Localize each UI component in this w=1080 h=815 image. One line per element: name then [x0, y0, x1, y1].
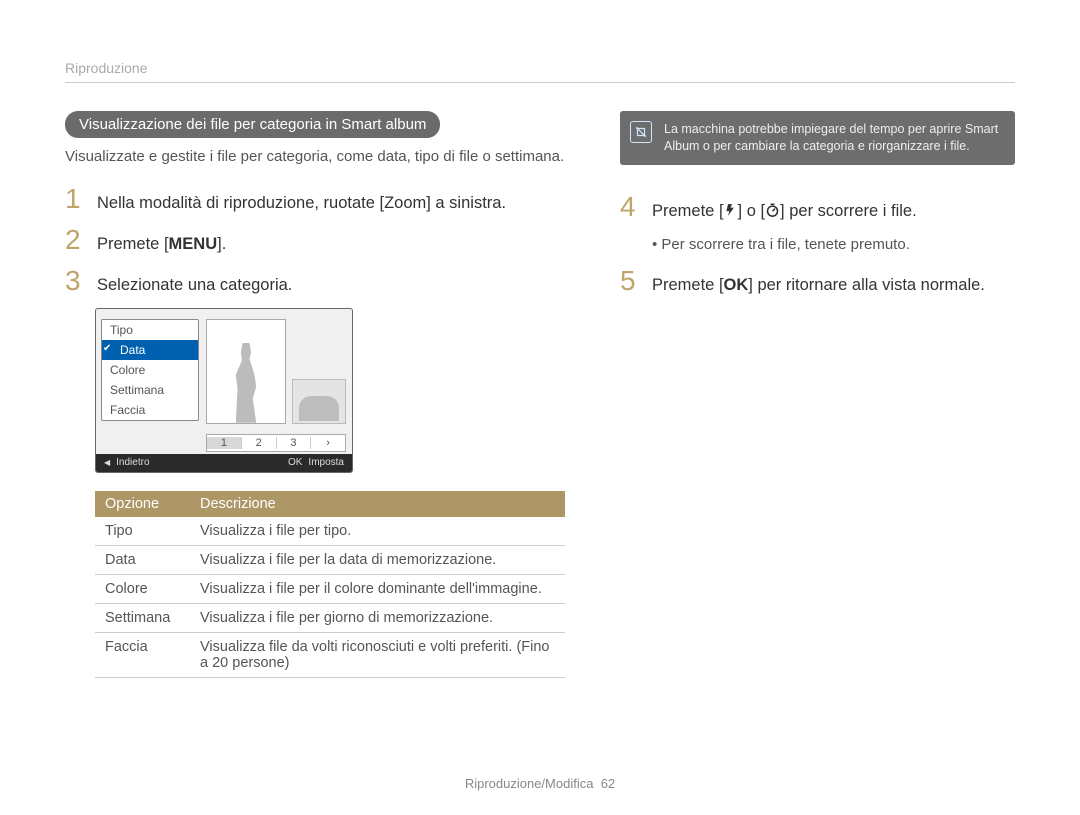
right-column: La macchina potrebbe impiegare del tempo…: [620, 111, 1015, 678]
table-row: ColoreVisualizza i file per il colore do…: [95, 574, 565, 603]
footer-back-label: Indietro: [116, 457, 149, 468]
section-header: Riproduzione: [65, 60, 1015, 76]
menu-item-faccia: Faccia: [102, 400, 198, 420]
step-prefix: Premete [: [97, 235, 169, 253]
back-arrow-icon: ◀: [104, 458, 110, 467]
step-number: 2: [65, 226, 87, 254]
footer-page-number: 62: [601, 776, 615, 791]
ok-glyph: OK: [724, 276, 749, 294]
people-icon: [299, 396, 339, 421]
camera-thumbnail-main: [206, 319, 286, 424]
camera-thumbnail-side: [292, 379, 346, 424]
info-note-box: La macchina potrebbe impiegare del tempo…: [620, 111, 1015, 165]
step-1: 1 Nella modalità di riproduzione, ruotat…: [65, 185, 565, 216]
table-row: DataVisualizza i file per la data di mem…: [95, 545, 565, 574]
camera-screenshot: Tipo Data Colore Settimana Faccia 1 2 3 …: [95, 308, 353, 473]
step-text: Selezionate una categoria.: [97, 274, 292, 298]
th-opzione: Opzione: [95, 491, 190, 517]
person-silhouette-icon: [229, 343, 263, 423]
step-number: 1: [65, 185, 87, 213]
intro-text: Visualizzate e gestite i file per catego…: [65, 146, 565, 167]
step-4-bullet: • Per scorrere tra i file, tenete premut…: [652, 236, 1015, 253]
step-2: 2 Premete [MENU].: [65, 226, 565, 257]
step-text: Premete [OK] per ritornare alla vista no…: [652, 274, 985, 298]
timer-icon: [765, 202, 780, 226]
footer-ok-glyph: OK: [288, 457, 302, 468]
step-3: 3 Selezionate una categoria.: [65, 267, 565, 298]
camera-category-menu: Tipo Data Colore Settimana Faccia: [101, 319, 199, 421]
table-row: TipoVisualizza i file per tipo.: [95, 517, 565, 546]
step-text: Premete [MENU].: [97, 233, 226, 257]
step-text: Nella modalità di riproduzione, ruotate …: [97, 192, 506, 216]
step-5: 5 Premete [OK] per ritornare alla vista …: [620, 267, 1015, 298]
note-icon: [630, 121, 652, 143]
th-descrizione: Descrizione: [190, 491, 565, 517]
table-row: FacciaVisualizza file da volti riconosci…: [95, 632, 565, 677]
left-column: Visualizzazione dei ﬁle per categoria in…: [65, 111, 565, 678]
menu-item-settimana: Settimana: [102, 380, 198, 400]
camera-footer-bar: ◀ Indietro OK Imposta: [96, 454, 352, 472]
step-number: 3: [65, 267, 87, 295]
subsection-pill: Visualizzazione dei ﬁle per categoria in…: [65, 111, 440, 138]
flash-icon: [724, 202, 738, 226]
page-footer: Riproduzione/Modifica 62: [0, 776, 1080, 791]
note-text: La macchina potrebbe impiegare del tempo…: [664, 122, 998, 153]
camera-pager: 1 2 3 ›: [206, 434, 346, 452]
page-1: 1: [207, 437, 241, 449]
step-suffix: ].: [217, 235, 226, 253]
menu-glyph: MENU: [169, 235, 218, 253]
footer-label: Riproduzione/Modifica: [465, 776, 594, 791]
menu-item-tipo: Tipo: [102, 320, 198, 340]
page-next: ›: [310, 437, 345, 449]
table-row: SettimanaVisualizza i file per giorno di…: [95, 603, 565, 632]
menu-item-data-selected: Data: [102, 340, 198, 360]
menu-item-colore: Colore: [102, 360, 198, 380]
step-4: 4 Premete [] o [] per scorrere i ﬁle.: [620, 193, 1015, 226]
two-column-layout: Visualizzazione dei ﬁle per categoria in…: [65, 111, 1015, 678]
page-2: 2: [241, 437, 276, 449]
page-3: 3: [276, 437, 311, 449]
step-number: 5: [620, 267, 642, 295]
footer-set-label: Imposta: [308, 457, 344, 468]
step-text: Premete [] o [] per scorrere i ﬁle.: [652, 200, 917, 226]
step-number: 4: [620, 193, 642, 221]
header-rule: [65, 82, 1015, 83]
options-table: Opzione Descrizione TipoVisualizza i fil…: [95, 491, 565, 678]
